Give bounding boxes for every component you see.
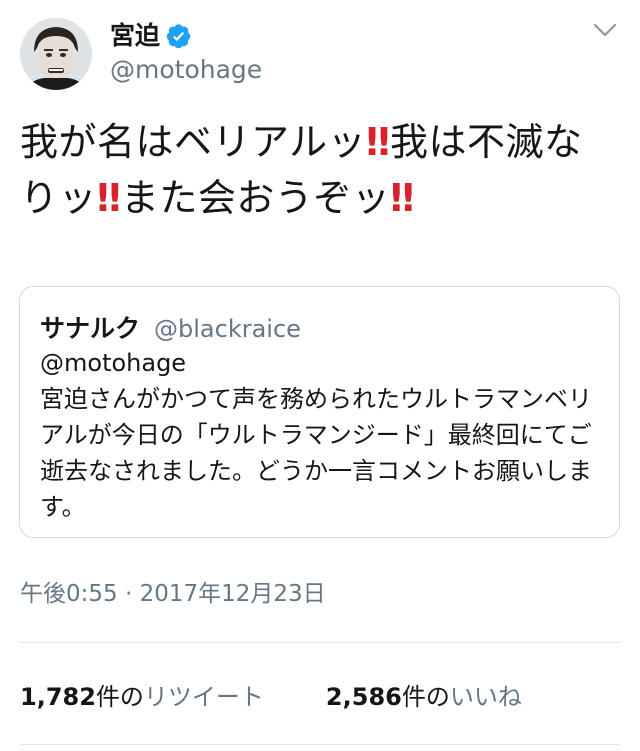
author-handle[interactable]: @motohage (110, 54, 262, 86)
quoted-mention[interactable]: @motohage (40, 345, 610, 381)
like-count: 2,586 (325, 682, 402, 711)
quoted-tweet-card[interactable]: サナルク @blackraice @motohage 宮迫さんがかつて声を務められ… (19, 286, 620, 538)
tweet-text-segment: また会おうぞッ (120, 176, 391, 220)
retweet-count: 1,782 (20, 682, 96, 711)
quoted-tweet-text: @motohage 宮迫さんがかつて声を務められたウルトラマンベリアルが今日の「ウ… (40, 345, 610, 525)
divider (20, 744, 620, 745)
divider (20, 642, 620, 643)
tweet-timestamp[interactable]: 午後0:55 · 2017年12月23日 (20, 578, 326, 610)
double-exclamation-emoji: ‼ (390, 176, 414, 220)
verified-badge-icon (166, 23, 192, 49)
retweet-count-unit: 件の (95, 682, 144, 711)
double-exclamation-emoji: ‼ (366, 120, 390, 164)
quoted-body-line: 宮迫さんがかつて声を務められたウルトラマンベリアルが今日の「ウルトラマンジード」… (40, 385, 592, 521)
chevron-down-icon (592, 22, 618, 42)
retweet-count-link[interactable]: 1,782 件の リツイート (20, 677, 264, 712)
double-exclamation-emoji: ‼ (97, 176, 121, 220)
tweet-header: 宮迫 @motohage (0, 0, 640, 100)
tweet-text-segment: 我が名はベリアルッ (20, 120, 367, 164)
author-name-row[interactable]: 宮迫 (110, 18, 192, 54)
tweet-text: 我が名はベリアルッ‼ 我は不滅なりッ‼ また会おうぞッ‼ (20, 114, 620, 226)
engagement-stats: 1,782 件の リツイート 2,586 件の いいね (20, 674, 522, 714)
quoted-handle: @blackraice (154, 315, 301, 343)
retweet-label: リツイート (143, 682, 264, 711)
quoted-display-name: サナルク (40, 314, 141, 343)
like-label: いいね (449, 682, 522, 711)
tweet-menu-button[interactable] (588, 18, 622, 46)
avatar[interactable] (20, 18, 92, 90)
author-display-name[interactable]: 宮迫 (110, 20, 160, 52)
quoted-author-row: サナルク @blackraice (40, 309, 301, 345)
like-count-unit: 件の (401, 682, 450, 711)
like-count-link[interactable]: 2,586 件の いいね (326, 677, 522, 712)
